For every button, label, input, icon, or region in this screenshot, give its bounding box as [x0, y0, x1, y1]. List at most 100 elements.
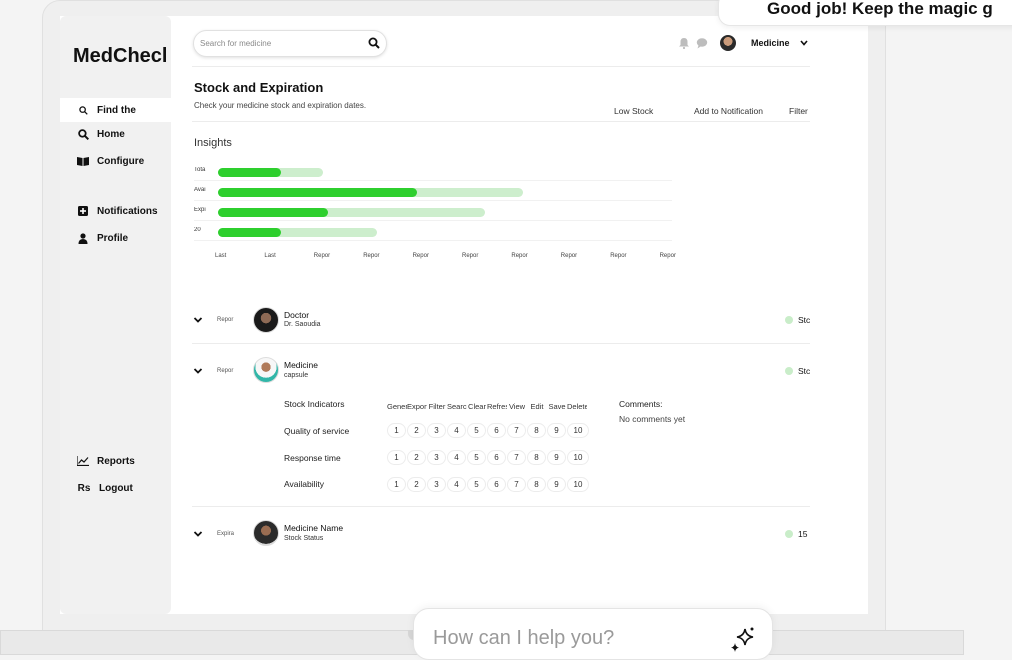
chart-bar-row: 20 [194, 223, 672, 241]
column-header: Edit [530, 402, 544, 411]
chat-icon[interactable] [696, 37, 708, 49]
rating-option[interactable]: 5 [467, 477, 486, 492]
rating-option[interactable]: 5 [467, 423, 486, 438]
criterion-label: Quality of service [284, 426, 350, 436]
rating-option[interactable]: 6 [487, 450, 506, 465]
rating-option[interactable]: 6 [487, 477, 506, 492]
rating-option[interactable]: 9 [547, 477, 566, 492]
criterion-label: Response time [284, 453, 341, 463]
expand-chevron-icon[interactable] [193, 529, 203, 539]
chart-x-tick-label: Repor [462, 253, 479, 259]
chart-x-tick-label: Repor [659, 253, 676, 259]
chart-category-label: Expi [194, 207, 206, 213]
chart-line-icon [77, 455, 89, 467]
sidebar-item-logout[interactable]: Rs Logout [60, 476, 171, 500]
sidebar-item-find[interactable]: Find the [60, 98, 171, 122]
chart-x-tick-label: Repor [313, 253, 331, 259]
user-icon [77, 232, 89, 244]
user-avatar[interactable] [720, 35, 736, 51]
search-small-icon [77, 104, 89, 116]
rating-option[interactable]: 1 [387, 477, 406, 492]
medicine-name-avatar [253, 520, 279, 546]
sidebar-item-reports[interactable]: Reports [60, 449, 171, 473]
rating-option[interactable]: 7 [507, 450, 526, 465]
rating-option[interactable]: 6 [487, 423, 506, 438]
doctor-avatar [253, 307, 279, 333]
filter-button[interactable]: Filter [789, 106, 810, 116]
rating-option[interactable]: 7 [507, 423, 526, 438]
status-dot [785, 316, 793, 324]
rating-column-headers: Genera Export Filter Search Clear Refres… [387, 402, 587, 411]
rating-option[interactable]: 9 [547, 450, 566, 465]
page-subtitle: Check your medicine stock and expiration… [194, 101, 367, 110]
rating-option[interactable]: 4 [447, 450, 466, 465]
criterion-label: Availability [284, 479, 325, 489]
column-header: Genera [387, 402, 407, 411]
rating-option[interactable]: 1 [387, 450, 406, 465]
rating-option[interactable]: 3 [427, 477, 446, 492]
bell-icon[interactable] [678, 37, 690, 49]
search-input[interactable]: Search for medicine [193, 30, 387, 57]
title-divider [192, 121, 810, 122]
chart-bar-row: Expi [194, 203, 672, 221]
insights-title: Insights [194, 137, 232, 149]
rating-option[interactable]: 3 [427, 450, 446, 465]
column-header: Export [407, 402, 427, 411]
search-button-icon[interactable] [368, 37, 380, 49]
rating-option[interactable]: 5 [467, 450, 486, 465]
rating-option[interactable]: 1 [387, 423, 406, 438]
row-subtitle: capsule [284, 372, 309, 379]
sparkle-icon[interactable] [728, 625, 758, 655]
rating-option[interactable]: 8 [527, 450, 546, 465]
status-text: Stc [798, 366, 810, 376]
rating-option[interactable]: 10 [567, 450, 589, 465]
add-to-notification-button[interactable]: Add to Notification [694, 106, 763, 116]
low-stock-button[interactable]: Low Stock [614, 106, 653, 116]
status-dot [785, 530, 793, 538]
top-icons [678, 37, 708, 49]
toast-text: Good job! Keep the magic g [767, 0, 993, 18]
user-select-label[interactable]: Medicine [751, 38, 790, 48]
sidebar-item-notifications[interactable]: Notifications [60, 199, 171, 223]
row-subtitle: Dr. Saoudia [284, 321, 321, 328]
rating-option[interactable]: 8 [527, 423, 546, 438]
chart-bar-fill [218, 208, 328, 217]
rating-option[interactable]: 4 [447, 423, 466, 438]
medicine-avatar [253, 357, 279, 383]
chart-category-label: Avai [194, 187, 206, 193]
chevron-down-icon[interactable] [800, 39, 808, 47]
chart-bar-fill [218, 228, 281, 237]
chat-placeholder: How can I help you? [433, 627, 615, 649]
sidebar-item-home[interactable]: Home [60, 122, 171, 146]
page-title: Stock and Expiration [194, 80, 324, 95]
rating-option[interactable]: 3 [427, 423, 446, 438]
chart-category-label: Tota [194, 167, 206, 173]
status-dot [785, 367, 793, 375]
rating-option[interactable]: 2 [407, 450, 426, 465]
assistant-chat-input[interactable]: How can I help you? [413, 608, 773, 660]
rating-option[interactable]: 10 [567, 423, 589, 438]
rating-option[interactable]: 10 [567, 477, 589, 492]
rating-option[interactable]: 2 [407, 477, 426, 492]
rating-option[interactable]: 7 [507, 477, 526, 492]
rating-option[interactable]: 2 [407, 423, 426, 438]
header-divider [192, 66, 810, 67]
quality-rating-scale: 1 2 3 4 5 6 7 8 9 10 [387, 423, 589, 438]
sidebar-item-label: Reports [97, 455, 135, 467]
chart-bar-fill [218, 168, 281, 177]
row-name: Doctor [284, 310, 310, 320]
expand-chevron-icon[interactable] [193, 366, 203, 376]
plus-square-icon [77, 205, 89, 217]
row-divider [192, 506, 810, 507]
sidebar-item-configure[interactable]: Configure [60, 149, 171, 173]
sidebar-item-label: Notifications [97, 205, 158, 217]
rating-option[interactable]: 4 [447, 477, 466, 492]
row-tag: Repor [217, 368, 234, 374]
chart-x-tick-label: Repor [412, 253, 429, 259]
column-header: Refresh [487, 402, 507, 411]
rating-option[interactable]: 9 [547, 423, 566, 438]
rating-option[interactable]: 8 [527, 477, 546, 492]
expand-chevron-icon[interactable] [193, 315, 203, 325]
sidebar-item-profile[interactable]: Profile [60, 226, 171, 250]
sidebar: MedChecl Find the Home Configure Notific… [60, 16, 171, 614]
